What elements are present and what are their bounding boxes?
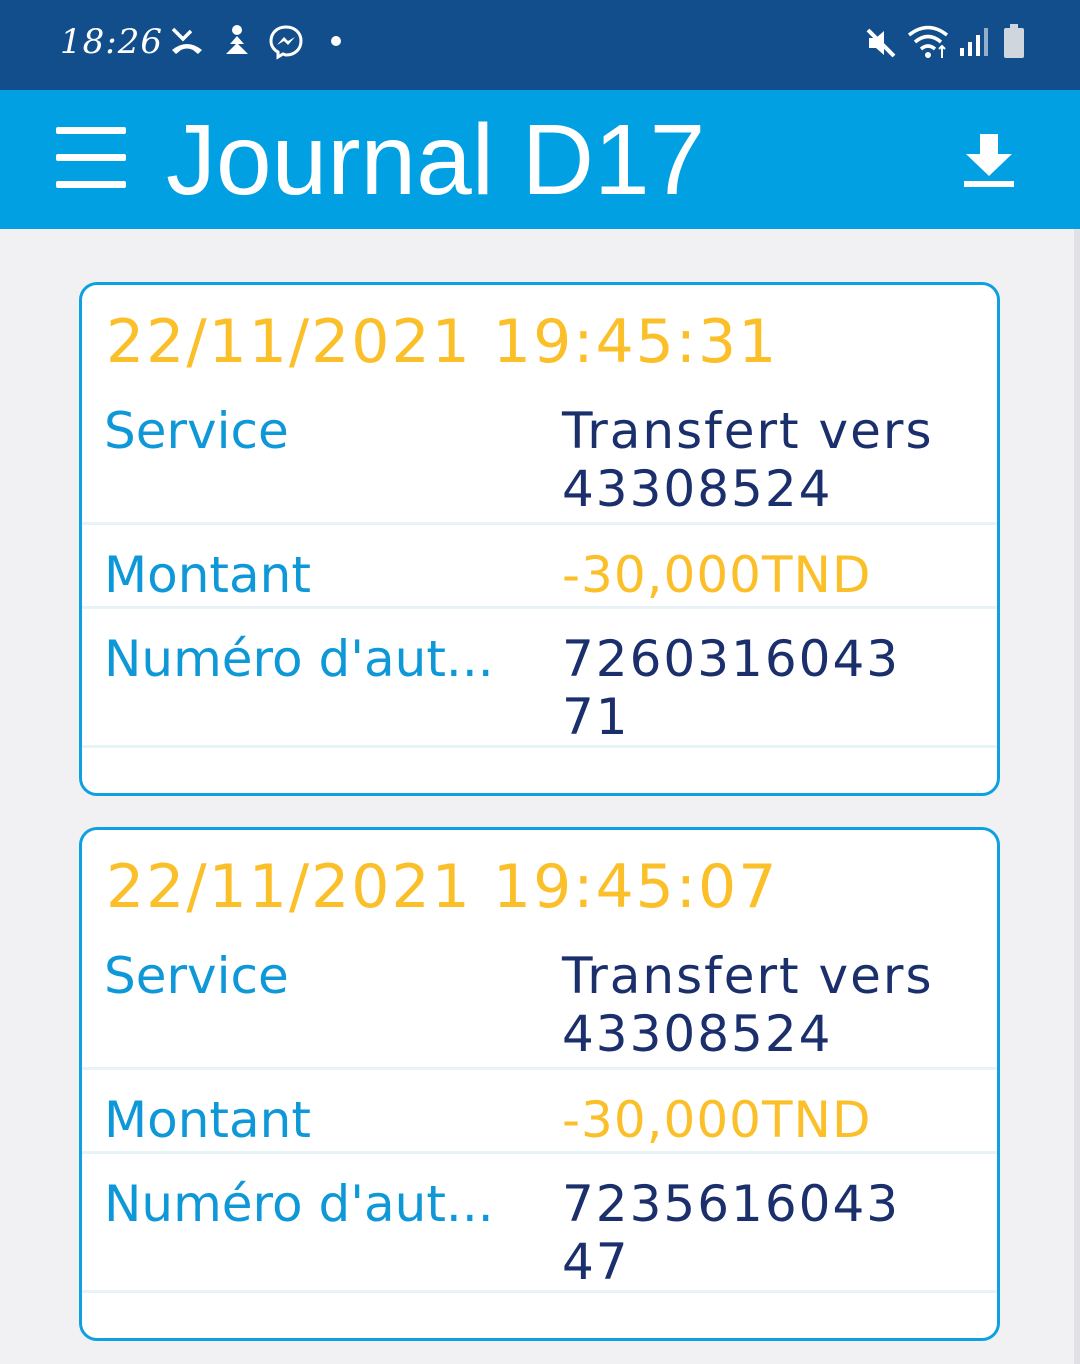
auth-number-label: Numéro d'aut... (104, 630, 494, 688)
scrollbar[interactable] (1074, 229, 1080, 1364)
transaction-datetime: 22/11/2021 19:45:31 (106, 307, 779, 377)
row-divider (82, 1151, 997, 1154)
service-label: Service (104, 402, 289, 460)
service-label: Service (104, 947, 289, 1005)
service-value: Transfert vers 43308524 (562, 947, 934, 1063)
amount-value: -30,000TND (562, 1091, 872, 1149)
signal-icon (960, 28, 988, 56)
mute-icon (866, 28, 896, 58)
service-value: Transfert vers 43308524 (562, 402, 934, 518)
transaction-card[interactable]: 22/11/2021 19:45:31 Service Transfert ve… (79, 282, 1000, 796)
auth-number-value: 726031604371 (562, 630, 901, 746)
auth-number-value: 723561604347 (562, 1175, 901, 1291)
amount-label: Montant (104, 546, 311, 604)
amount-value: -30,000TND (562, 546, 872, 604)
amount-label: Montant (104, 1091, 311, 1149)
missed-call-icon (171, 27, 202, 54)
page-title: Journal D17 (166, 104, 706, 216)
wifi-icon (907, 25, 949, 58)
row-divider (82, 606, 997, 609)
meditation-icon (226, 25, 248, 54)
status-time: 18:26 (60, 22, 163, 62)
dot-icon (331, 36, 341, 46)
auth-number-label: Numéro d'aut... (104, 1175, 494, 1233)
transaction-datetime: 22/11/2021 19:45:07 (106, 852, 779, 922)
messenger-icon (269, 25, 303, 60)
transaction-card[interactable]: 22/11/2021 19:45:07 Service Transfert ve… (79, 827, 1000, 1341)
row-divider (82, 1290, 997, 1293)
row-divider (82, 745, 997, 748)
hamburger-menu-icon[interactable] (56, 127, 126, 189)
row-divider (82, 1067, 997, 1070)
status-bar: 18:26 (0, 0, 1080, 90)
battery-icon (1004, 24, 1024, 58)
download-icon[interactable] (958, 130, 1020, 192)
row-divider (82, 522, 997, 525)
